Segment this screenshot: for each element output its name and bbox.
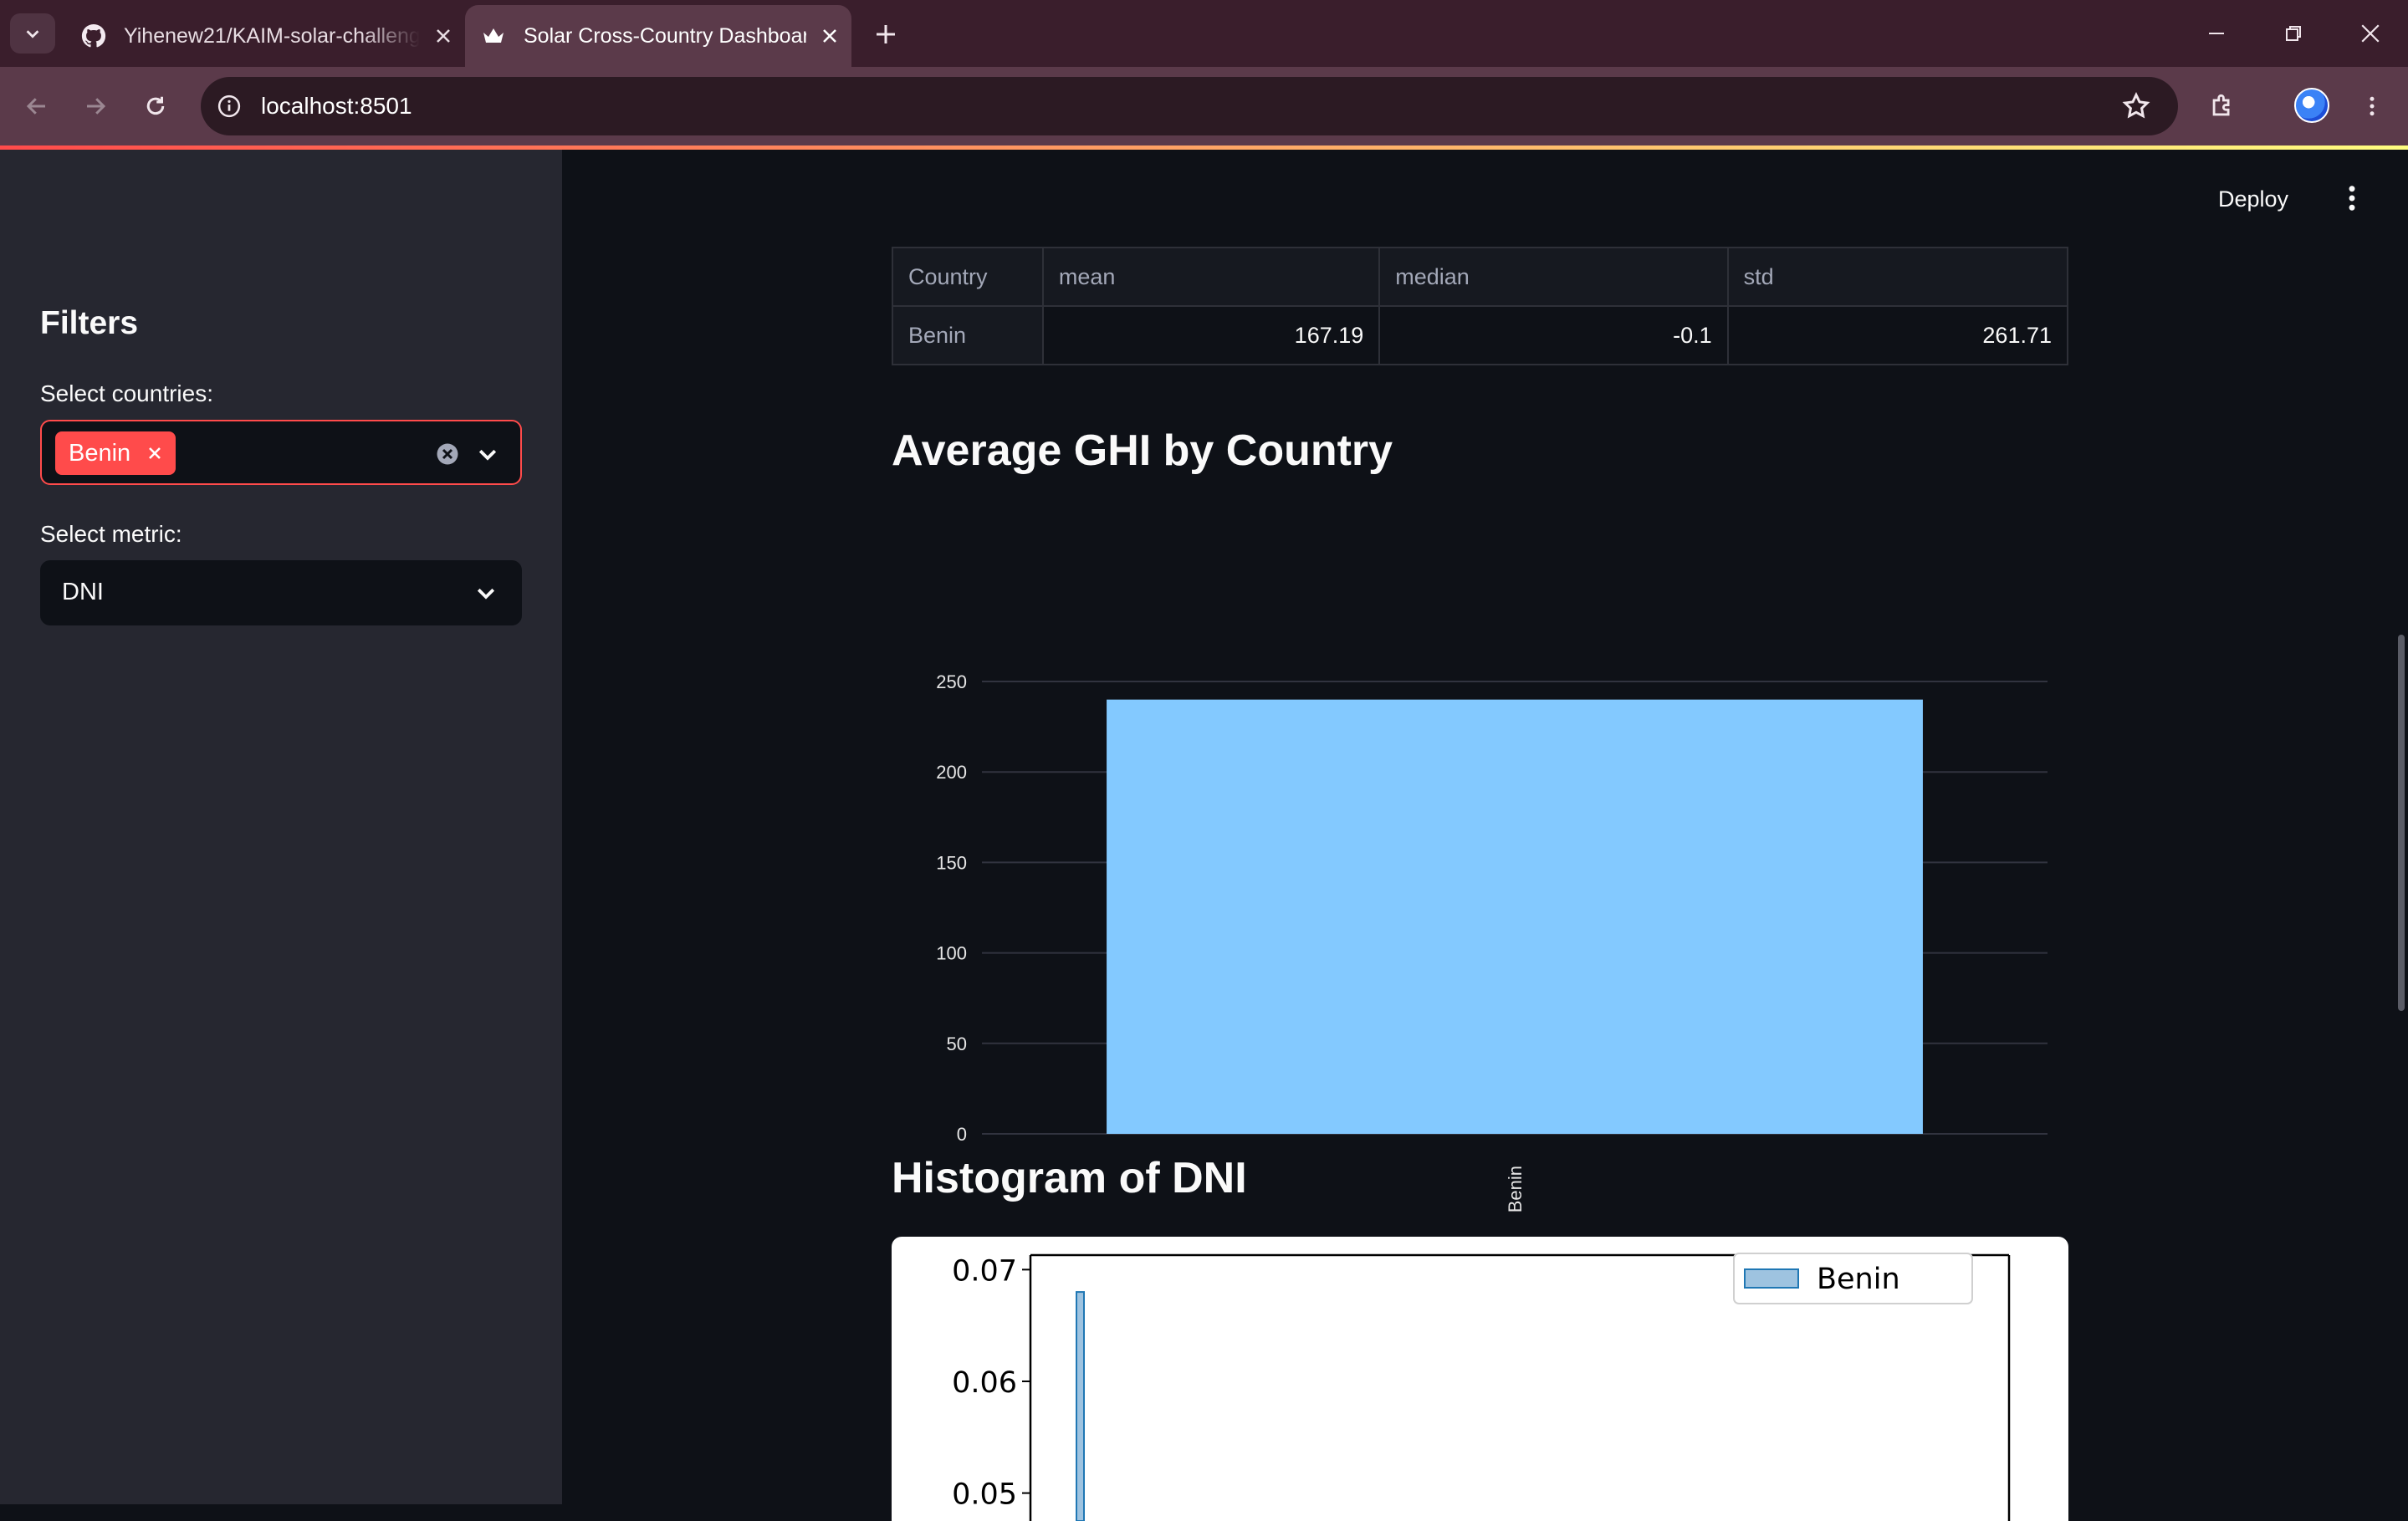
column-header: Country: [892, 247, 1044, 307]
bar: [1107, 699, 1923, 1134]
url-text: localhost:8501: [261, 93, 412, 119]
y-tick-label: 0.05: [952, 1478, 1017, 1512]
close-icon: [2361, 24, 2380, 43]
restore-button[interactable]: [2268, 13, 2319, 54]
tab-search-button[interactable]: [10, 13, 55, 54]
y-tick-label: 250: [936, 671, 967, 692]
y-tick-label: 150: [936, 852, 967, 873]
histogram-bar: [1076, 1291, 1085, 1521]
countries-label: Select countries:: [40, 380, 213, 406]
github-icon: [80, 23, 107, 49]
more-vertical-icon[interactable]: [2337, 183, 2367, 213]
arrow-left-icon: [26, 98, 45, 115]
close-tab-icon[interactable]: [428, 21, 458, 51]
y-tick-label: 0: [957, 1124, 967, 1145]
arrow-right-icon: [87, 98, 106, 115]
extensions-button[interactable]: [2202, 86, 2242, 126]
site-info-icon[interactable]: [214, 91, 244, 121]
metric-value: DNI: [62, 579, 104, 605]
tab-dashboard[interactable]: Solar Cross-Country Dashboard: [465, 5, 851, 67]
table-header-row: Country mean median std: [892, 247, 2069, 307]
browser-menu-button[interactable]: [2352, 86, 2392, 126]
chevron-down-icon[interactable]: [475, 441, 500, 467]
scrollbar[interactable]: [2398, 635, 2405, 1011]
main-content: Deploy Country mean median std Benin 167…: [562, 150, 2408, 1521]
puzzle-icon: [2212, 94, 2230, 116]
table-cell: -0.1: [1378, 305, 1729, 365]
y-tick-label: 100: [936, 943, 967, 964]
metric-select[interactable]: DNI: [40, 560, 522, 625]
close-tab-icon[interactable]: [815, 21, 845, 51]
back-button[interactable]: [17, 86, 57, 126]
deploy-button[interactable]: Deploy: [2218, 186, 2288, 212]
reload-button[interactable]: [135, 86, 176, 126]
chevron-down-icon: [477, 588, 495, 600]
profile-avatar[interactable]: [2294, 88, 2329, 123]
ghi-bar-chart: 0 50 100 150 200 250 Benin: [936, 671, 2048, 1212]
column-header: std: [1726, 247, 2069, 307]
countries-multiselect[interactable]: Benin: [40, 420, 522, 485]
forward-button[interactable]: [75, 86, 115, 126]
country-chip[interactable]: Benin: [55, 431, 176, 475]
streamlit-icon: [480, 23, 507, 49]
ghi-section-title: Average GHI by Country: [892, 426, 1393, 475]
chip-label: Benin: [69, 439, 131, 467]
tab-title: Solar Cross-Country Dashboard: [524, 23, 806, 48]
minimize-icon: [2209, 33, 2224, 34]
stats-table: Country mean median std Benin 167.19 -0.…: [892, 247, 2069, 365]
plus-icon: [877, 25, 895, 43]
clear-all-icon[interactable]: [435, 441, 460, 467]
new-tab-button[interactable]: [870, 18, 902, 50]
tab-title: Yihenew21/KAIM-solar-challenge: [124, 23, 420, 48]
legend-swatch: [1744, 1268, 1799, 1289]
tab-github[interactable]: Yihenew21/KAIM-solar-challenge: [75, 5, 458, 67]
dni-histogram: 0.07 0.06 0.05 Benin: [952, 1253, 2011, 1521]
column-header: mean: [1041, 247, 1381, 307]
restore-icon: [2286, 26, 2301, 41]
legend-label: Benin: [1817, 1263, 1900, 1296]
address-bar[interactable]: localhost:8501: [201, 77, 2178, 135]
column-header: median: [1378, 247, 1729, 307]
table-row: Benin 167.19 -0.1 261.71: [892, 305, 2069, 365]
histogram-figure: 0.07 0.06 0.05 Benin: [892, 1237, 2068, 1521]
sidebar: Filters Select countries: Benin Select m…: [0, 150, 562, 1504]
close-window-button[interactable]: [2345, 13, 2395, 54]
bookmark-star-icon[interactable]: [2121, 91, 2151, 121]
x-tick-label: Benin: [1505, 1166, 1526, 1212]
y-tick-label: 200: [936, 762, 967, 783]
more-vertical-icon: [2370, 96, 2375, 116]
table-cell: Benin: [892, 305, 1044, 365]
metric-label: Select metric:: [40, 521, 182, 547]
sidebar-title: Filters: [40, 305, 139, 341]
y-tick-label: 0.06: [952, 1366, 1017, 1400]
chevron-down-icon: [26, 30, 39, 38]
y-tick-label: 50: [947, 1034, 967, 1054]
table-cell: 261.71: [1726, 305, 2069, 365]
y-tick-label: 0.07: [952, 1254, 1017, 1288]
browser-tab-strip: Yihenew21/KAIM-solar-challenge Solar Cro…: [0, 0, 2408, 67]
legend: Benin: [1733, 1253, 1973, 1304]
minimize-button[interactable]: [2191, 13, 2242, 54]
remove-chip-icon[interactable]: [146, 444, 164, 462]
table-cell: 167.19: [1041, 305, 1381, 365]
reload-icon: [146, 96, 165, 115]
hist-section-title: Histogram of DNI: [892, 1154, 1247, 1202]
browser-toolbar: localhost:8501: [0, 67, 2408, 145]
